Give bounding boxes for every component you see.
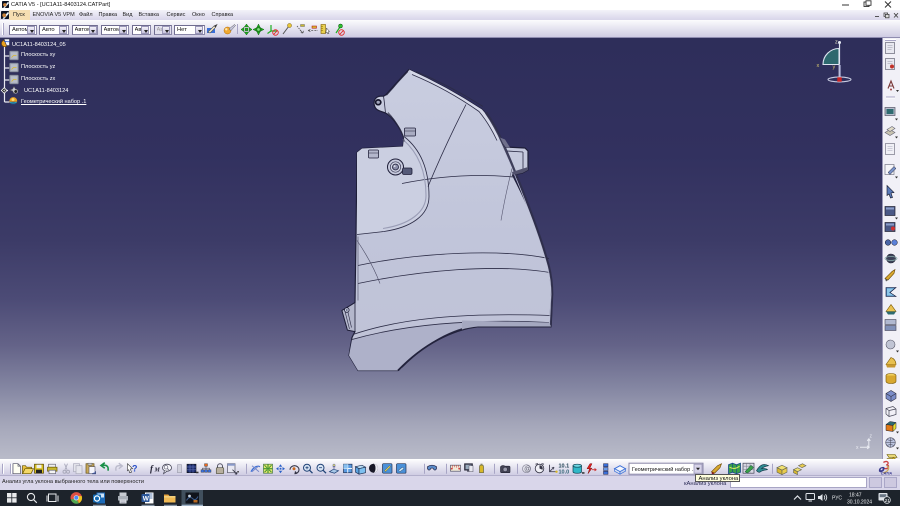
svg-text:z: z <box>835 39 838 45</box>
svg-text:18:47: 18:47 <box>849 493 862 499</box>
svg-text:x: x <box>817 63 820 69</box>
svg-text:x: x <box>856 445 859 451</box>
svg-text:M: M <box>154 467 161 473</box>
svg-text:f: f <box>150 463 154 473</box>
svg-text:30.10.2024: 30.10.2024 <box>847 500 872 506</box>
svg-text:РУС: РУС <box>832 496 842 502</box>
svg-text:z: z <box>870 433 873 439</box>
svg-text:@: @ <box>524 466 531 473</box>
svg-text:?: ? <box>132 463 138 473</box>
svg-text:Геометрический набор .1: Геометрический набор .1 <box>632 466 696 473</box>
svg-text:21: 21 <box>885 498 891 503</box>
svg-text:W: W <box>143 496 150 503</box>
svg-text:y: y <box>833 64 836 70</box>
